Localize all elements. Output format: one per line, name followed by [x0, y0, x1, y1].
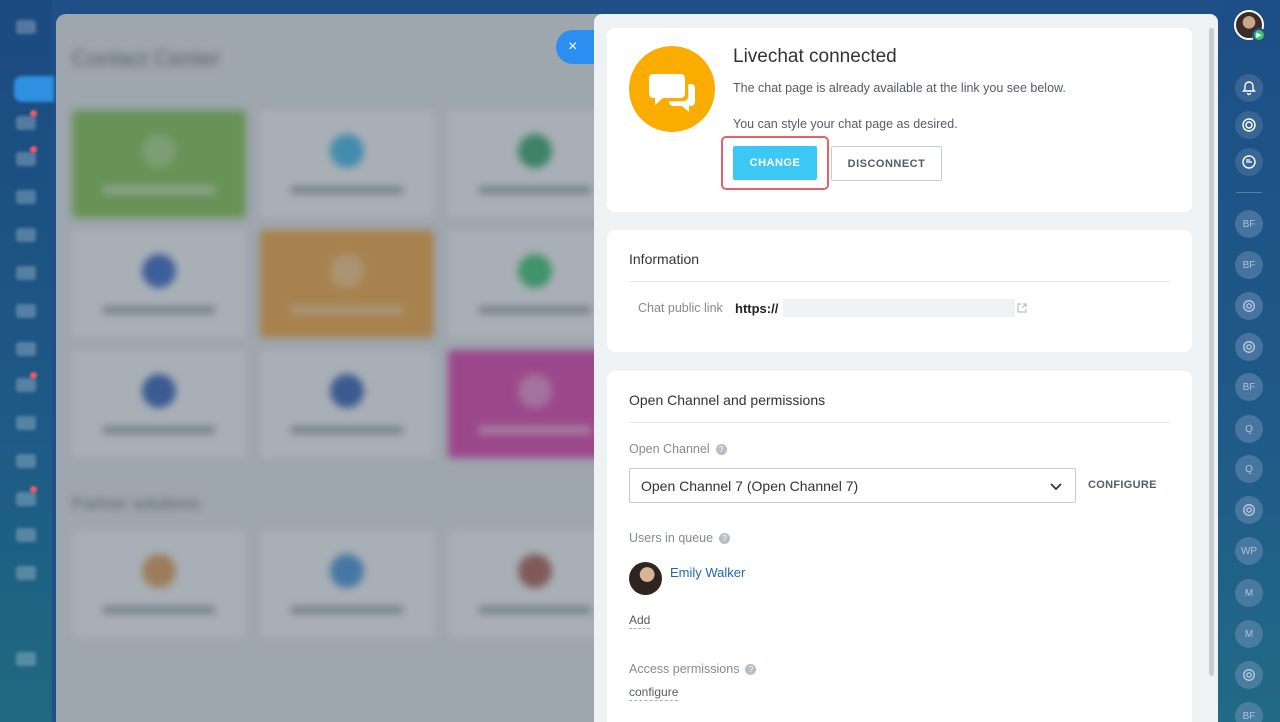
divider [629, 422, 1170, 423]
notifications-button[interactable] [1235, 74, 1263, 102]
chat-bubble-icon [1242, 155, 1256, 169]
rail-contact[interactable]: M [1235, 620, 1263, 648]
nav-icon[interactable] [16, 116, 36, 130]
copilot-button[interactable] [1235, 111, 1263, 139]
public-link-redacted [783, 299, 1015, 317]
right-rail: ▶ BF BF BF Q Q WP M M BF [1218, 0, 1280, 722]
nav-icon[interactable] [16, 152, 36, 166]
rail-contact[interactable] [1235, 292, 1263, 320]
nav-icon[interactable] [16, 378, 36, 392]
users-in-queue-label: Users in queue? [629, 531, 731, 545]
disconnect-button[interactable]: DISCONNECT [831, 146, 942, 181]
rail-contact[interactable]: BF [1235, 251, 1263, 279]
rail-contact[interactable] [1235, 333, 1263, 361]
play-icon: ▶ [1252, 28, 1266, 42]
open-channel-selected-value: Open Channel 7 (Open Channel 7) [641, 477, 859, 494]
rail-contact[interactable] [1235, 496, 1263, 524]
public-link-label: Chat public link [638, 301, 723, 315]
spiral-icon [1243, 341, 1255, 353]
spiral-icon [1242, 118, 1256, 132]
open-channel-label-text: Open Channel [629, 442, 710, 456]
notification-dot [30, 486, 37, 493]
status-description: The chat page is already available at th… [733, 81, 1066, 95]
left-navigation [0, 0, 54, 722]
rail-contact[interactable]: BF [1235, 702, 1263, 722]
nav-icon[interactable] [16, 416, 36, 430]
help-icon[interactable]: ? [715, 444, 727, 455]
access-permissions-label: Access permissions? [629, 662, 757, 676]
rail-contact[interactable]: BF [1235, 373, 1263, 401]
style-hint: You can style your chat page as desired. [733, 117, 958, 131]
nav-icon[interactable] [16, 492, 36, 506]
spiral-icon [1243, 504, 1255, 516]
access-permissions-label-text: Access permissions [629, 662, 740, 676]
rail-contact[interactable]: M [1235, 579, 1263, 607]
livechat-settings-panel: Livechat connected The chat page is alre… [594, 14, 1218, 722]
connection-status-card: Livechat connected The chat page is alre… [607, 28, 1192, 212]
notification-dot [30, 372, 37, 379]
users-in-queue-label-text: Users in queue [629, 531, 714, 545]
panel-scrollbar[interactable] [1209, 28, 1214, 676]
dim-overlay [56, 14, 616, 722]
queue-user-name[interactable]: Emily Walker [670, 565, 745, 580]
nav-icon[interactable] [16, 454, 36, 468]
nav-icon[interactable] [16, 266, 36, 280]
nav-icon[interactable] [16, 566, 36, 580]
chevron-down-icon [1050, 483, 1062, 491]
add-user-link[interactable]: Add [629, 613, 651, 629]
open-channel-label: Open Channel? [629, 442, 727, 456]
help-icon[interactable]: ? [745, 664, 757, 675]
nav-icon[interactable] [16, 304, 36, 318]
notification-dot [30, 146, 37, 153]
nav-item-active[interactable] [14, 76, 54, 102]
nav-icon[interactable] [16, 652, 36, 666]
background-page: Contact Center Partner solutions [56, 14, 616, 722]
livechat-logo [629, 46, 715, 132]
rail-divider [1236, 192, 1262, 193]
external-link-icon[interactable] [1017, 303, 1027, 313]
close-icon: × [568, 38, 578, 55]
configure-channel-button[interactable]: CONFIGURE [1088, 479, 1157, 491]
spiral-icon [1243, 300, 1255, 312]
information-card: Information Chat public link https:// [607, 230, 1192, 352]
nav-icon[interactable] [16, 190, 36, 204]
nav-icon[interactable] [16, 342, 36, 356]
rail-contact[interactable] [1235, 661, 1263, 689]
help-icon[interactable]: ? [719, 533, 731, 544]
rail-contact[interactable]: WP [1235, 537, 1263, 565]
menu-icon[interactable] [16, 20, 36, 34]
chat-bubbles-icon [649, 74, 695, 112]
spiral-icon [1243, 669, 1255, 681]
configure-permissions-link[interactable]: configure [629, 685, 679, 701]
change-button[interactable]: CHANGE [733, 146, 817, 180]
bell-icon [1242, 81, 1256, 96]
rail-contact[interactable]: BF [1235, 210, 1263, 238]
rail-contact[interactable]: Q [1235, 455, 1263, 483]
rail-contact[interactable]: Q [1235, 415, 1263, 443]
nav-icon[interactable] [16, 228, 36, 242]
notification-dot [30, 110, 37, 117]
open-channel-card: Open Channel and permissions Open Channe… [607, 371, 1192, 722]
divider [629, 281, 1170, 282]
open-channel-section-title: Open Channel and permissions [629, 392, 826, 408]
status-title: Livechat connected [733, 46, 897, 67]
nav-icon[interactable] [16, 528, 36, 542]
chat-button[interactable] [1235, 148, 1263, 176]
public-link[interactable]: https:// [735, 301, 778, 316]
avatar [629, 562, 662, 595]
open-channel-select[interactable]: Open Channel 7 (Open Channel 7) [629, 468, 1076, 503]
information-title: Information [629, 251, 700, 267]
current-user-avatar[interactable]: ▶ [1234, 10, 1266, 42]
